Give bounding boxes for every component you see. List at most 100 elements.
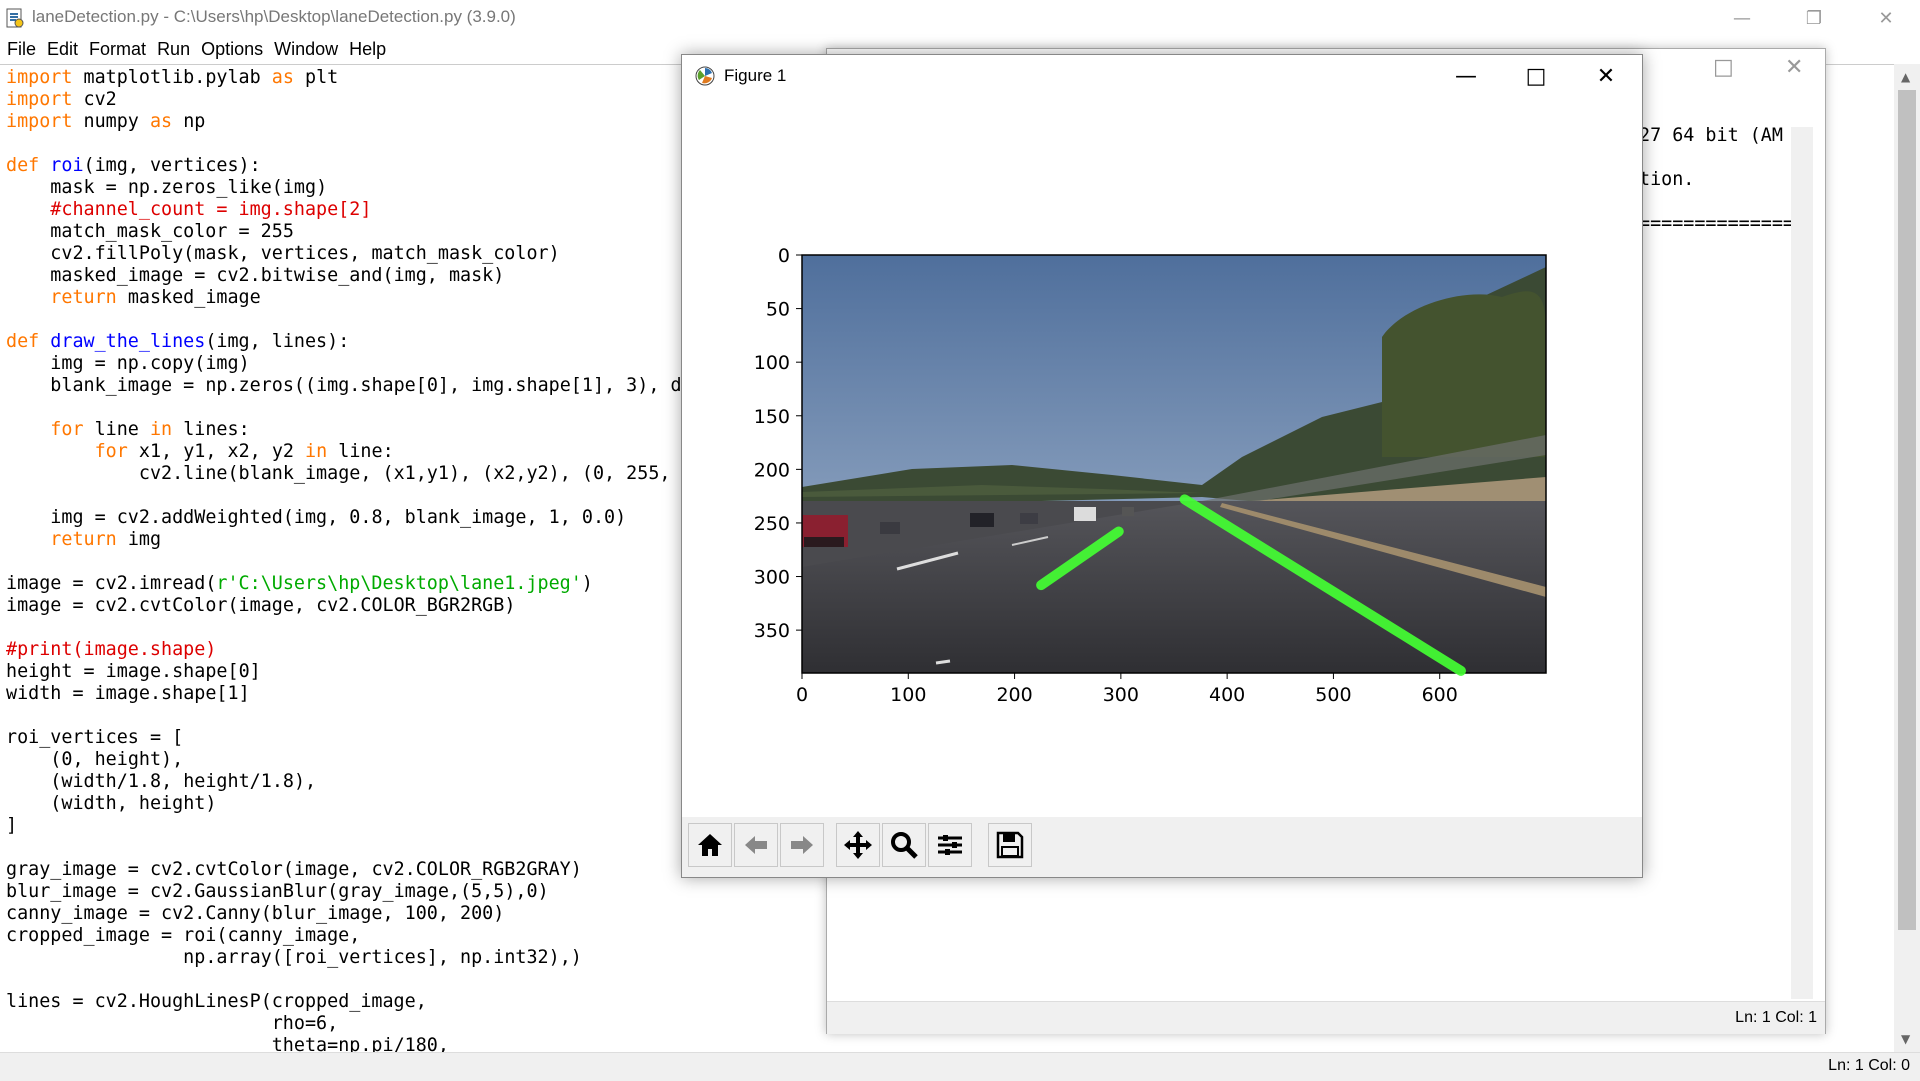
code-line: return masked_image — [50, 287, 261, 308]
code-line: np.array([roi_vertices], np.int32),) — [183, 947, 582, 968]
code-line: rho=6, — [271, 1013, 339, 1034]
figure-maximize-button[interactable]: □ — [1501, 55, 1571, 97]
y-tick-label: 250 — [754, 513, 790, 535]
menu-format[interactable]: Format — [82, 36, 150, 60]
code-line: gray_image = cv2.cvtColor(image, cv2.COL… — [6, 859, 582, 880]
configure-subplots-icon — [938, 835, 962, 855]
x-axis-ticks: 0 100 200 300 400 500 600 — [796, 673, 1458, 706]
code-line: lines = cv2.HoughLinesP(cropped_image, — [6, 991, 427, 1012]
shell-maximize-button[interactable]: □ — [1713, 55, 1734, 80]
code-line: def draw_the_lines(img, lines): — [6, 331, 350, 352]
pan-button[interactable] — [836, 823, 880, 867]
shell-output-line: ============== — [1639, 213, 1795, 234]
forward-button[interactable] — [780, 823, 824, 867]
back-arrow-icon — [745, 836, 767, 854]
editor-title: laneDetection.py - C:\Users\hp\Desktop\l… — [32, 7, 516, 26]
code-line: image = cv2.cvtColor(image, cv2.COLOR_BG… — [6, 595, 516, 616]
code-line: width = image.shape[1] — [6, 683, 250, 704]
code-line: image = cv2.imread(r'C:\Users\hp\Desktop… — [6, 573, 593, 594]
code-line: import cv2 — [6, 89, 117, 110]
y-axis-ticks: 0 50 100 150 200 250 300 350 — [754, 245, 802, 642]
figure-title-bar: Figure 1 — □ ✕ — [682, 55, 1642, 97]
pan-icon — [844, 831, 872, 859]
figure-close-button[interactable]: ✕ — [1571, 55, 1641, 97]
y-tick-label: 150 — [754, 406, 790, 428]
code-line: for line in lines: — [50, 419, 250, 440]
menu-run[interactable]: Run — [150, 36, 194, 60]
shell-output-line: tion. — [1639, 169, 1695, 190]
y-tick-label: 0 — [778, 245, 790, 267]
code-line: #print(image.shape) — [6, 639, 217, 660]
minimize-button[interactable]: — — [1710, 0, 1774, 36]
menu-file[interactable]: File — [0, 36, 40, 60]
x-tick-label: 600 — [1422, 684, 1458, 706]
home-button[interactable] — [688, 823, 732, 867]
editor-scrollbar[interactable]: ▲ ▼ — [1894, 64, 1920, 1052]
y-tick-label: 200 — [754, 459, 790, 481]
code-line: return img — [50, 529, 162, 550]
editor-title-bar: laneDetection.py - C:\Users\hp\Desktop\l… — [0, 0, 1920, 36]
shell-cursor-position: Ln: 1 Col: 1 — [1735, 1009, 1817, 1026]
scroll-down-icon[interactable]: ▼ — [1901, 1032, 1910, 1046]
cursor-position: Ln: 1 Col: 0 — [1828, 1057, 1910, 1074]
code-line: canny_image = cv2.Canny(blur_image, 100,… — [6, 903, 505, 924]
code-line: masked_image = cv2.bitwise_and(img, mask… — [50, 265, 505, 286]
code-line: img = np.copy(img) — [50, 353, 250, 374]
home-icon — [698, 834, 722, 856]
scrollbar-thumb[interactable] — [1898, 90, 1916, 930]
shell-scrollbar[interactable] — [1791, 127, 1813, 999]
code-line: height = image.shape[0] — [6, 661, 261, 682]
save-figure-button[interactable] — [988, 823, 1032, 867]
scroll-up-icon[interactable]: ▲ — [1901, 70, 1910, 84]
y-tick-label: 50 — [766, 299, 790, 321]
menu-options[interactable]: Options — [194, 36, 267, 60]
code-line: def roi(img, vertices): — [6, 155, 261, 176]
code-line: blur_image = cv2.GaussianBlur(gray_image… — [6, 881, 549, 902]
code-line: mask = np.zeros_like(img) — [50, 177, 328, 198]
code-line: (0, height), — [6, 749, 184, 770]
close-button[interactable]: ✕ — [1854, 0, 1918, 36]
code-line: import matplotlib.pylab as plt — [6, 67, 339, 88]
figure-toolbar — [682, 817, 1642, 877]
x-tick-label: 300 — [1103, 684, 1139, 706]
code-line: (width, height) — [6, 793, 217, 814]
x-tick-label: 400 — [1209, 684, 1245, 706]
code-line: match_mask_color = 255 — [50, 221, 294, 242]
back-button[interactable] — [734, 823, 778, 867]
shell-close-button[interactable]: ✕ — [1785, 55, 1803, 80]
code-line: theta=np.pi/180, — [271, 1035, 449, 1053]
menu-window[interactable]: Window — [267, 36, 342, 60]
code-line: #channel_count = img.shape[2] — [50, 199, 372, 220]
road-image — [802, 255, 1546, 673]
matplotlib-icon — [695, 66, 715, 86]
figure-minimize-button[interactable]: — — [1431, 55, 1501, 97]
python-file-icon — [6, 8, 24, 28]
menu-help[interactable]: Help — [342, 36, 390, 60]
y-tick-label: 350 — [754, 620, 790, 642]
x-tick-label: 0 — [796, 684, 808, 706]
save-icon — [996, 831, 1024, 859]
x-tick-label: 100 — [890, 684, 926, 706]
x-tick-label: 500 — [1315, 684, 1351, 706]
restore-button[interactable]: ❐ — [1782, 0, 1846, 36]
code-line: roi_vertices = [ — [6, 727, 184, 748]
plot-canvas[interactable]: 0 100 200 300 400 500 600 0 50 100 150 200 250 300 35… — [682, 97, 1642, 817]
y-tick-label: 300 — [754, 567, 790, 589]
code-line: cv2.fillPoly(mask, vertices, match_mask_… — [50, 243, 560, 264]
figure-title: Figure 1 — [724, 66, 787, 85]
shell-status-bar: Ln: 1 Col: 1 — [827, 1001, 1825, 1034]
code-line: ] — [6, 815, 18, 836]
code-line: cropped_image = roi(canny_image, — [6, 925, 361, 946]
zoom-icon — [891, 832, 918, 859]
code-line: import numpy as np — [6, 111, 206, 132]
forward-arrow-icon — [791, 836, 813, 854]
code-line: img = cv2.addWeighted(img, 0.8, blank_im… — [50, 507, 627, 528]
zoom-button[interactable] — [882, 823, 926, 867]
shell-output-line: 27 64 bit (AM — [1639, 125, 1783, 146]
editor-status-bar: Ln: 1 Col: 0 — [0, 1052, 1920, 1081]
configure-subplots-button[interactable] — [928, 823, 972, 867]
code-line: (width/1.8, height/1.8), — [6, 771, 317, 792]
y-tick-label: 100 — [754, 352, 790, 374]
menu-edit[interactable]: Edit — [40, 36, 82, 60]
code-line: for x1, y1, x2, y2 in line: — [94, 441, 394, 462]
